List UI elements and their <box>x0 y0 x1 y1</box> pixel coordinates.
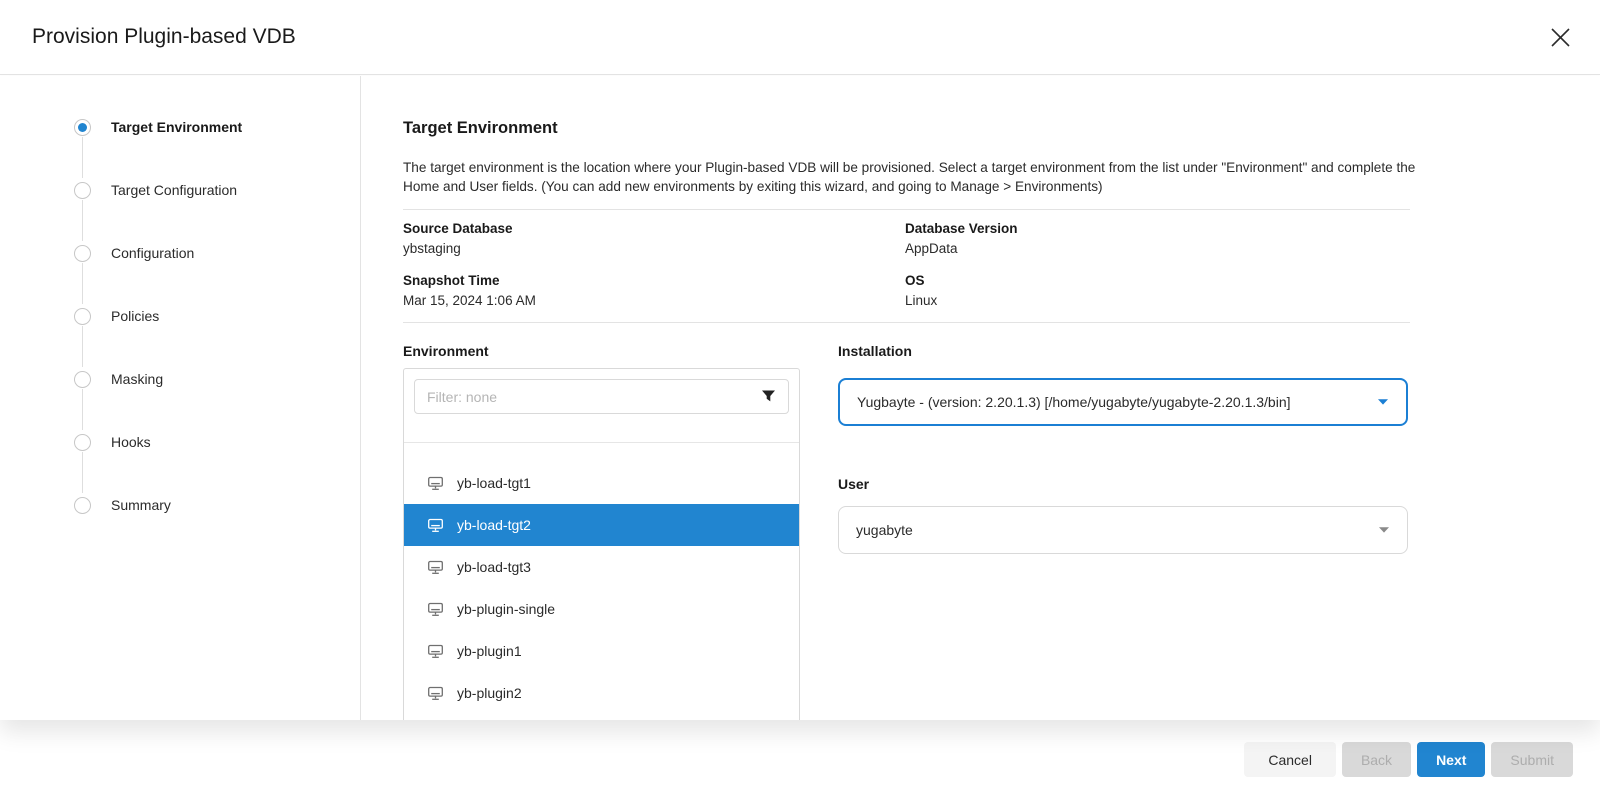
close-icon[interactable] <box>1545 22 1575 52</box>
dialog-footer: Cancel Back Next Submit <box>0 720 1600 788</box>
environment-item-label: yb-load-tgt2 <box>457 517 531 533</box>
step-label: Policies <box>111 308 159 324</box>
next-button[interactable]: Next <box>1417 742 1485 777</box>
host-icon <box>427 560 444 575</box>
environment-item[interactable]: yb-plugin2 <box>404 672 799 714</box>
step-summary[interactable]: Summary <box>74 493 171 517</box>
detail-label: Snapshot Time <box>403 273 823 288</box>
step-hooks[interactable]: Hooks <box>74 430 151 454</box>
environment-item-label: yb-plugin2 <box>457 685 522 701</box>
step-target-configuration[interactable]: Target Configuration <box>74 178 237 202</box>
submit-button: Submit <box>1491 742 1573 777</box>
wizard-steps-sidebar: Target Environment Target Configuration … <box>0 76 361 720</box>
environment-item-label: yb-plugin-single <box>457 601 555 617</box>
host-icon <box>427 602 444 617</box>
step-masking[interactable]: Masking <box>74 367 163 391</box>
detail-label: Database Version <box>905 221 1325 236</box>
step-connector <box>82 326 83 367</box>
installation-label: Installation <box>838 343 912 359</box>
dialog-body: Target Environment Target Configuration … <box>0 76 1600 720</box>
page-description: The target environment is the location w… <box>403 158 1451 196</box>
host-icon <box>427 518 444 533</box>
step-label: Target Environment <box>111 119 242 135</box>
step-connector <box>82 137 83 178</box>
chevron-down-icon <box>1377 398 1389 406</box>
step-circle-icon <box>74 182 91 199</box>
step-circle-icon <box>74 371 91 388</box>
step-connector <box>82 389 83 430</box>
step-label: Target Configuration <box>111 182 237 198</box>
environment-item[interactable]: yb-load-tgt1 <box>404 462 799 504</box>
detail-label: Source Database <box>403 221 823 236</box>
step-label: Summary <box>111 497 171 513</box>
detail-os: OS Linux <box>905 273 1325 308</box>
environment-item[interactable]: yb-plugin-single <box>404 588 799 630</box>
detail-value: ybstaging <box>403 241 823 256</box>
environment-list: yb-load-tgt1 yb-load-tgt2 <box>404 443 799 714</box>
user-select[interactable]: yugabyte <box>838 506 1408 554</box>
step-label: Configuration <box>111 245 194 261</box>
cancel-button[interactable]: Cancel <box>1244 742 1336 777</box>
step-label: Hooks <box>111 434 151 450</box>
environment-filter-input[interactable] <box>415 389 761 405</box>
step-circle-icon <box>74 245 91 262</box>
detail-value: AppData <box>905 241 1325 256</box>
back-button: Back <box>1342 742 1411 777</box>
step-connector <box>82 263 83 304</box>
installation-select[interactable]: Yugbayte - (version: 2.20.1.3) [/home/yu… <box>838 378 1408 426</box>
page-title: Target Environment <box>403 119 558 138</box>
step-policies[interactable]: Policies <box>74 304 159 328</box>
environment-item-selected[interactable]: yb-load-tgt2 <box>404 504 799 546</box>
step-target-environment[interactable]: Target Environment <box>74 115 242 139</box>
detail-snapshot-time: Snapshot Time Mar 15, 2024 1:06 AM <box>403 273 823 308</box>
dialog-title: Provision Plugin-based VDB <box>32 25 296 49</box>
detail-value: Linux <box>905 293 1325 308</box>
chevron-down-icon <box>1378 526 1390 534</box>
step-connector <box>82 452 83 493</box>
user-label: User <box>838 476 869 492</box>
detail-label: OS <box>905 273 1325 288</box>
host-icon <box>427 686 444 701</box>
host-icon <box>427 476 444 491</box>
step-active-dot-icon <box>74 119 91 136</box>
step-connector <box>82 200 83 241</box>
environment-item-label: yb-plugin1 <box>457 643 522 659</box>
step-configuration[interactable]: Configuration <box>74 241 194 265</box>
environment-item[interactable]: yb-plugin1 <box>404 630 799 672</box>
step-label: Masking <box>111 371 163 387</box>
environment-label: Environment <box>403 343 489 359</box>
environment-item-label: yb-load-tgt1 <box>457 475 531 491</box>
installation-value: Yugbayte - (version: 2.20.1.3) [/home/yu… <box>857 394 1291 410</box>
detail-value: Mar 15, 2024 1:06 AM <box>403 293 823 308</box>
detail-source-database: Source Database ybstaging <box>403 221 823 256</box>
detail-database-version: Database Version AppData <box>905 221 1325 256</box>
environment-item[interactable]: yb-load-tgt3 <box>404 546 799 588</box>
step-circle-icon <box>74 308 91 325</box>
filter-funnel-icon[interactable] <box>761 389 776 404</box>
dialog-header: Provision Plugin-based VDB <box>0 0 1600 75</box>
host-icon <box>427 644 444 659</box>
step-circle-icon <box>74 497 91 514</box>
environment-filter <box>414 379 789 414</box>
main-content: Target Environment The target environmen… <box>362 76 1600 720</box>
step-circle-icon <box>74 434 91 451</box>
user-value: yugabyte <box>856 522 913 538</box>
environment-item-label: yb-load-tgt3 <box>457 559 531 575</box>
divider <box>403 322 1410 323</box>
environment-listbox: yb-load-tgt1 yb-load-tgt2 <box>403 368 800 720</box>
divider <box>403 209 1410 210</box>
